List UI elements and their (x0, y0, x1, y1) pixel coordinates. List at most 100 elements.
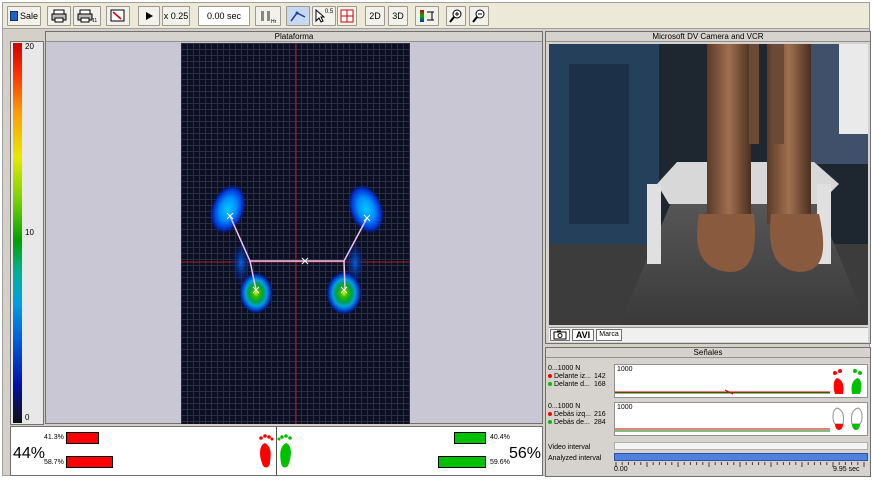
right-rear-percent: 59.6% (490, 459, 510, 466)
right-cop-segment (343, 260, 346, 291)
pressure-map-svg (181, 43, 410, 424)
signals-panel: Señales 0...1000 N Delante iz... 142 Del… (545, 347, 871, 477)
zoom-in-button[interactable] (446, 6, 466, 26)
exit-label: Sale (19, 11, 38, 21)
green-dot-icon (548, 420, 552, 425)
printer-icon (51, 9, 67, 23)
color-scale-button[interactable] (415, 6, 439, 26)
time-value: 0.00 sec (206, 11, 242, 21)
scale-max-label: 20 (25, 42, 34, 51)
scale-mid-label: 10 (25, 228, 34, 237)
center-divider (276, 427, 277, 475)
view-3d-button[interactable]: 3D (388, 6, 408, 26)
zoom-out-button[interactable] (469, 6, 489, 26)
load-distribution-panel: 44% 41.3% 58.7% 40.4% 59.6% 56% (10, 426, 543, 476)
pressure-map[interactable] (181, 43, 410, 424)
green-dot-icon (548, 382, 552, 387)
rear-left-label: Debás izq... (554, 411, 591, 418)
view-3d-label: 3D (392, 11, 404, 21)
signals-title: Señales (546, 348, 870, 358)
export-icon (110, 9, 125, 22)
left-heel-blob (239, 272, 273, 314)
camera-title: Microsoft DV Camera and VCR (546, 32, 870, 42)
color-scale-icon (420, 10, 434, 22)
left-total-percent: 44% (13, 445, 46, 462)
red-dot-icon (548, 412, 552, 417)
rear-right-label: Debás de... (554, 419, 590, 426)
rear-signal-graph[interactable]: 1000 (614, 402, 868, 436)
front-left-legend: Delante iz... (548, 373, 591, 380)
play-button[interactable] (138, 6, 160, 26)
view-2d-label: 2D (369, 11, 381, 21)
trajectory-button[interactable] (286, 6, 310, 26)
front-right-value: 168 (594, 381, 606, 388)
svg-text:11: 11 (92, 18, 97, 23)
red-dot-icon (548, 374, 552, 379)
pointer-icon (315, 9, 325, 23)
rear-left-value: 216 (594, 411, 606, 418)
snapshot-button[interactable] (550, 329, 570, 341)
rear-right-value: 284 (594, 419, 606, 426)
platform-panel: Plataforma (45, 31, 543, 424)
front-feet-icon (833, 369, 862, 394)
toolbar: Sale 11 x 0.25 0.00 sec Hr 0.5 2D 3D (3, 3, 869, 29)
treadmill-video-image (549, 44, 868, 325)
video-interval-label: Video interval (548, 444, 591, 451)
print-button[interactable] (47, 6, 71, 26)
left-front-percent: 41.3% (44, 434, 64, 441)
app-window: Sale 11 x 0.25 0.00 sec Hr 0.5 2D 3D 20 … (2, 2, 871, 477)
analyzed-interval-label: Analyzed interval (548, 455, 602, 462)
front-right-label: Delante d... (554, 381, 590, 388)
export-button[interactable] (106, 6, 130, 26)
zoom-in-icon (449, 9, 462, 23)
avi-button[interactable]: AVI (572, 329, 594, 341)
time-end-label: 9.95 sec (833, 466, 860, 473)
camera-panel: Microsoft DV Camera and VCR AVI Marca (545, 31, 871, 344)
rear-right-legend: Debás de... (548, 419, 590, 426)
grid-button[interactable] (337, 6, 357, 26)
speed-button[interactable]: x 0.25 (162, 6, 190, 26)
step-button[interactable]: Hr (255, 6, 281, 26)
camera-controls: AVI Marca (549, 327, 868, 342)
front-left-value: 142 (594, 373, 606, 380)
time-start-label: 0.00 (614, 466, 628, 473)
pressure-color-scale: 20 10 0 (10, 41, 44, 425)
right-forefoot-blob (347, 183, 385, 235)
video-interval-track[interactable] (614, 442, 868, 450)
color-gradient-bar (13, 43, 22, 423)
cursor-tool-label: 0.5 (324, 9, 334, 15)
left-forefoot-blob (209, 183, 247, 235)
front-range-label: 0...1000 N (548, 365, 581, 372)
rear-range-label: 0...1000 N (548, 403, 581, 410)
svg-text:Hr: Hr (271, 19, 277, 24)
right-total-percent: 56% (509, 445, 542, 462)
time-ruler (615, 462, 865, 467)
mark-button[interactable]: Marca (596, 329, 622, 341)
trajectory-icon (290, 11, 306, 22)
front-signal-plot (615, 389, 830, 395)
exit-button[interactable]: Sale (7, 6, 41, 26)
right-rear-bar (438, 456, 486, 468)
analyzed-interval-track[interactable] (614, 453, 868, 461)
front-signal-graph[interactable]: 1000 (614, 364, 868, 398)
view-2d-button[interactable]: 2D (365, 6, 385, 26)
cursor-tool-button[interactable]: 0.5 (312, 6, 336, 26)
print-preview-button[interactable]: 11 (73, 6, 101, 26)
right-front-bar (454, 432, 486, 444)
front-left-label: Delante iz... (554, 373, 591, 380)
print-preview-icon: 11 (77, 9, 97, 23)
grid-icon (340, 9, 354, 23)
front-right-legend: Delante d... (548, 381, 590, 388)
scale-min-label: 0 (25, 413, 30, 422)
steps-icon: Hr (261, 11, 277, 24)
play-icon (146, 12, 153, 20)
rear-signal-plot (615, 428, 830, 432)
rear-feet-icon (832, 407, 863, 430)
video-frame[interactable] (549, 44, 868, 325)
time-field: 0.00 sec (198, 6, 250, 26)
rear-left-legend: Debás izq... (548, 411, 591, 418)
right-front-percent: 40.4% (490, 434, 510, 441)
camera-icon (553, 330, 567, 340)
platform-title: Plataforma (46, 32, 542, 42)
exit-icon (9, 11, 18, 21)
